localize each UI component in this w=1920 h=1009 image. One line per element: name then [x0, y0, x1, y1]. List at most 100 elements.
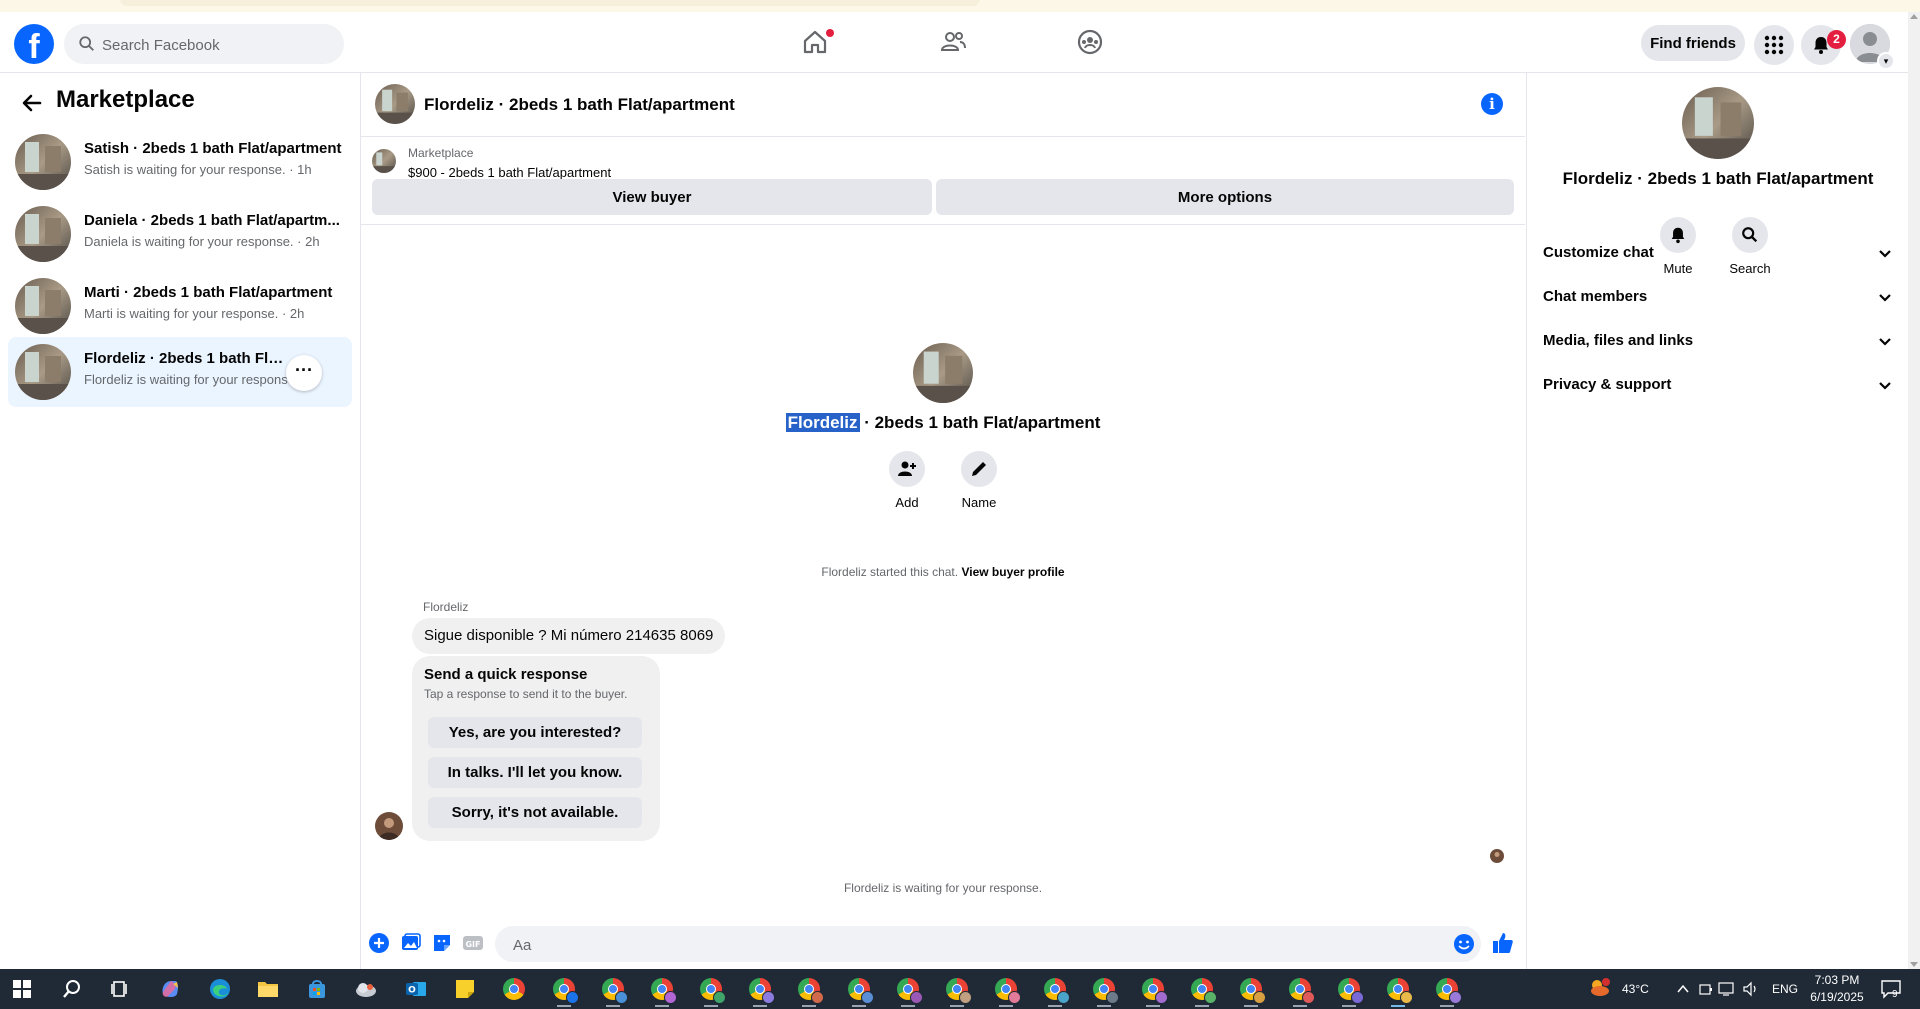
clock-time[interactable]: 7:03 PM: [1807, 973, 1867, 987]
quick-response-button[interactable]: Yes, are you interested?: [428, 717, 642, 748]
chrome-profile-window[interactable]: [1090, 975, 1119, 1007]
add-action[interactable]: Add: [877, 451, 937, 510]
message-input-field[interactable]: [495, 926, 1481, 964]
weather-widget-app[interactable]: [352, 975, 380, 1003]
battery-icon[interactable]: [1698, 981, 1714, 997]
chrome-profile-window[interactable]: [894, 975, 923, 1007]
chat-header: Flordeliz · 2beds 1 bath Flat/apartment …: [361, 73, 1525, 137]
chrome-profile-window[interactable]: [1139, 975, 1168, 1007]
view-buyer-button[interactable]: View buyer: [372, 179, 932, 215]
search-box[interactable]: [64, 24, 344, 66]
name-action[interactable]: Name: [949, 451, 1009, 510]
temperature-text[interactable]: 43°C: [1622, 982, 1649, 996]
photo-icon[interactable]: [400, 932, 422, 954]
chevron-down-icon: [1879, 250, 1891, 258]
outlook-app[interactable]: O: [402, 975, 430, 1003]
message-input[interactable]: [511, 926, 1415, 964]
scroll-up-icon[interactable]: [1910, 14, 1918, 19]
chrome-profile-window[interactable]: [746, 975, 775, 1007]
weather-icon[interactable]: [1588, 977, 1610, 999]
taskbar-search-button[interactable]: [58, 975, 86, 1003]
more-options-icon[interactable]: ···: [286, 355, 322, 391]
chat-profile-name: Flordeliz · 2beds 1 bath Flat/apartment: [361, 413, 1525, 433]
chrome-profile-window[interactable]: [599, 975, 628, 1007]
menu-button[interactable]: [1754, 25, 1794, 65]
chrome-icon: [749, 978, 775, 1004]
network-icon[interactable]: [1718, 981, 1736, 997]
page-scrollbar[interactable]: [1908, 12, 1920, 969]
marketplace-inbox: Marketplace Satish · 2beds 1 bath Flat/a…: [0, 73, 361, 969]
chrome-profile-window[interactable]: [1237, 975, 1266, 1007]
notification-center-icon[interactable]: [1880, 979, 1902, 999]
page-title: Marketplace: [56, 86, 195, 113]
chevron-up-icon[interactable]: [1676, 982, 1690, 996]
quick-response-button[interactable]: In talks. I'll let you know.: [428, 757, 642, 788]
home-nav-button[interactable]: [791, 18, 839, 66]
conversation-item[interactable]: Marti · 2beds 1 bath Flat/apartment Mart…: [8, 271, 352, 341]
back-arrow-icon[interactable]: [20, 91, 44, 115]
view-buyer-profile-link[interactable]: View buyer profile: [961, 565, 1064, 579]
chevron-down-icon[interactable]: ▾: [1877, 52, 1895, 70]
copilot-app[interactable]: [156, 975, 184, 1003]
chrome-icon: [1044, 978, 1070, 1004]
find-friends-button[interactable]: Find friends: [1641, 25, 1745, 61]
language-indicator[interactable]: ENG: [1772, 982, 1798, 996]
chrome-profile-window[interactable]: [697, 975, 726, 1007]
conversation-item[interactable]: Satish · 2beds 1 bath Flat/apartment Sat…: [8, 127, 352, 197]
start-button[interactable]: [8, 975, 36, 1003]
copilot-icon: [162, 981, 178, 997]
chrome-profile-window[interactable]: [648, 975, 677, 1007]
more-options-button[interactable]: More options: [936, 179, 1514, 215]
chrome-app[interactable]: [500, 975, 528, 1003]
scroll-down-icon[interactable]: [1910, 962, 1918, 967]
chat-title[interactable]: Flordeliz · 2beds 1 bath Flat/apartment: [424, 95, 735, 115]
store-app[interactable]: [303, 975, 331, 1003]
sender-avatar[interactable]: [375, 812, 403, 840]
section-customize-chat[interactable]: Customize chat: [1543, 233, 1899, 273]
selected-text: Flordeliz: [785, 413, 860, 432]
chrome-active-window[interactable]: [1376, 969, 1420, 1009]
listing-title[interactable]: $900 - 2beds 1 bath Flat/apartment: [408, 165, 611, 180]
chrome-icon: [897, 978, 923, 1004]
plus-circle-icon[interactable]: [368, 932, 390, 954]
chrome-profile-window[interactable]: [992, 975, 1021, 1007]
gif-icon[interactable]: GIF: [462, 932, 484, 954]
sticker-icon[interactable]: [431, 932, 453, 954]
conversation-item-active[interactable]: Flordeliz · 2beds 1 bath Flat/apartment …: [8, 337, 352, 407]
chrome-profile-window[interactable]: [1188, 975, 1217, 1007]
chrome-profile-window[interactable]: [1433, 975, 1462, 1007]
file-explorer-app[interactable]: [254, 975, 282, 1003]
chrome-profile-window[interactable]: [1335, 975, 1364, 1007]
task-view-button[interactable]: [106, 975, 134, 1003]
groups-nav-button[interactable]: [1066, 18, 1114, 66]
chat-avatar[interactable]: [375, 84, 415, 124]
chrome-profile-window[interactable]: [943, 975, 972, 1007]
section-media-files-links[interactable]: Media, files and links: [1543, 321, 1899, 361]
search-input[interactable]: [100, 24, 334, 66]
conversation-item[interactable]: Daniela · 2beds 1 bath Flat/apartm... Da…: [8, 199, 352, 269]
section-chat-members[interactable]: Chat members: [1543, 277, 1899, 317]
info-icon[interactable]: i: [1481, 93, 1503, 115]
details-name: Flordeliz · 2beds 1 bath Flat/apartment: [1562, 169, 1874, 188]
edge-app[interactable]: [206, 975, 234, 1003]
chrome-profile-window[interactable]: [845, 975, 874, 1007]
chrome-profile-window[interactable]: [1041, 975, 1070, 1007]
facebook-logo[interactable]: f: [14, 24, 54, 66]
volume-icon[interactable]: [1742, 981, 1760, 997]
chrome-profile-window[interactable]: [550, 975, 579, 1007]
thumbs-up-icon[interactable]: [1491, 931, 1515, 955]
chrome-icon: [848, 978, 874, 1004]
emoji-icon[interactable]: [1453, 933, 1475, 955]
chrome-profile-window[interactable]: [1286, 975, 1315, 1007]
chrome-profile-window[interactable]: [795, 975, 824, 1007]
section-label: Media, files and links: [1543, 332, 1694, 349]
cloud-app-icon: [356, 983, 376, 997]
clock-date[interactable]: 6/19/2025: [1807, 990, 1867, 1004]
message-bubble[interactable]: Sigue disponible ? Mi número 214635 8069: [412, 618, 726, 654]
section-privacy-support[interactable]: Privacy & support: [1543, 365, 1899, 405]
quick-response-card: Send a quick response Tap a response to …: [412, 656, 660, 841]
friends-nav-button[interactable]: [929, 18, 977, 66]
sticky-notes-app[interactable]: [451, 975, 479, 1003]
pencil-icon: [972, 462, 986, 476]
quick-response-button[interactable]: Sorry, it's not available.: [428, 797, 642, 828]
